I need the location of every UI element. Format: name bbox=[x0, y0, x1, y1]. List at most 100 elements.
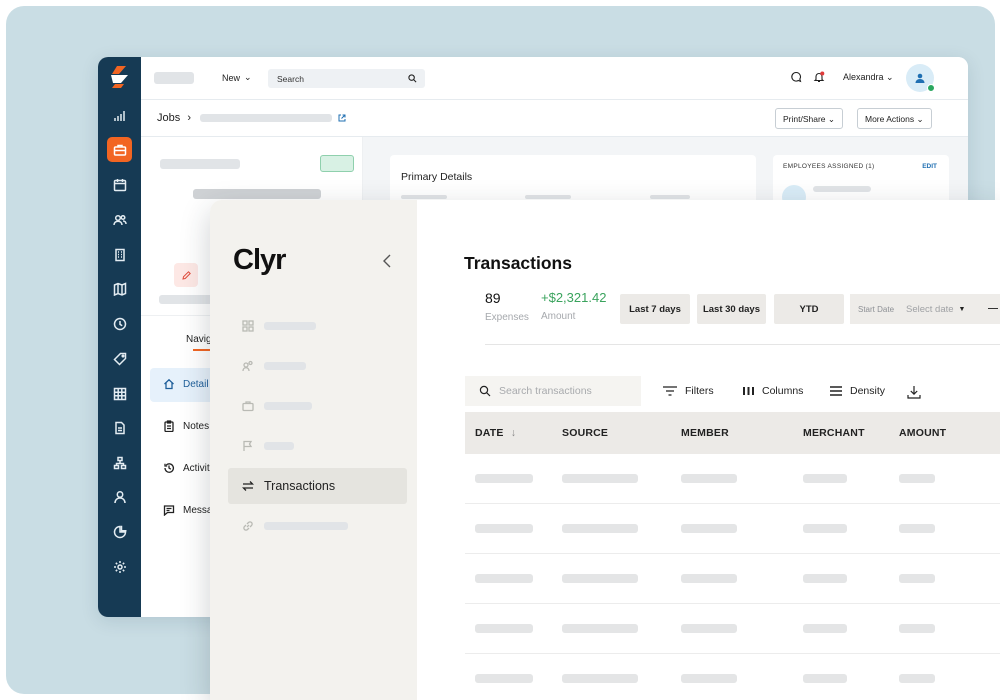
employees-assigned-title: EMPLOYEES ASSIGNED (1) bbox=[783, 163, 875, 170]
cell-placeholder bbox=[562, 674, 638, 683]
edit-button[interactable] bbox=[174, 263, 198, 287]
grid-icon[interactable] bbox=[107, 381, 132, 406]
table-row[interactable] bbox=[465, 454, 1000, 504]
cell-placeholder bbox=[562, 574, 638, 583]
download-icon[interactable] bbox=[907, 385, 921, 399]
range-ytd[interactable]: YTD bbox=[774, 294, 844, 324]
map-icon[interactable] bbox=[107, 276, 132, 301]
breadcrumb: Jobs › bbox=[157, 112, 191, 124]
chat-icon[interactable] bbox=[790, 71, 802, 83]
cell-placeholder bbox=[562, 474, 638, 483]
document-icon[interactable] bbox=[107, 415, 132, 440]
table-row[interactable] bbox=[465, 654, 1000, 700]
table-row[interactable] bbox=[465, 504, 1000, 554]
column-header-date[interactable]: DATE ↓ bbox=[475, 427, 516, 439]
external-link-icon[interactable] bbox=[338, 114, 346, 122]
avatar[interactable] bbox=[906, 64, 935, 92]
field-label-placeholder bbox=[401, 195, 447, 199]
cell-placeholder bbox=[899, 624, 935, 633]
sidebar-item-integrations[interactable] bbox=[228, 508, 407, 544]
print-share-button[interactable]: Print/Share ⌄ bbox=[775, 108, 844, 129]
sidebar-item-jobs[interactable] bbox=[228, 388, 407, 424]
breadcrumb-jobs[interactable]: Jobs bbox=[157, 112, 180, 124]
cell-placeholder bbox=[803, 574, 847, 583]
clyr-transactions-window: Clyr Transactions Transactions 89 Expens… bbox=[210, 200, 1000, 700]
stage: New ⌄ Search Alexandra ⌄ Jobs › Print/Sha… bbox=[0, 0, 1000, 700]
building-icon[interactable] bbox=[107, 242, 132, 267]
calendar-icon[interactable] bbox=[107, 172, 132, 197]
search-icon bbox=[408, 74, 417, 83]
tag-icon[interactable] bbox=[107, 346, 132, 371]
filters-button[interactable]: Filters bbox=[663, 385, 714, 397]
user-menu[interactable]: Alexandra ⌄ bbox=[843, 72, 894, 83]
nav-item-activity[interactable]: Activit bbox=[163, 462, 210, 474]
sidebar-label-placeholder bbox=[264, 362, 306, 370]
breadcrumb-separator: › bbox=[187, 112, 191, 124]
sidebar-item-dashboard[interactable] bbox=[228, 308, 407, 344]
start-date-label: Start Date bbox=[858, 304, 895, 314]
search-input[interactable]: Search bbox=[268, 69, 425, 88]
start-date-field[interactable]: Start Date Select date ▼ bbox=[850, 294, 1000, 324]
tab-navigation[interactable]: Navig bbox=[186, 334, 212, 345]
table-row[interactable] bbox=[465, 604, 1000, 654]
sidebar-item-label: Transactions bbox=[264, 479, 336, 493]
amount-stat: +$2,321.42 Amount bbox=[541, 290, 606, 322]
nav-item-notes[interactable]: Notes bbox=[163, 420, 209, 432]
tab-navigation-label: Navig bbox=[186, 334, 212, 345]
chat-icon bbox=[163, 505, 175, 516]
divider bbox=[485, 344, 1000, 345]
column-header-source[interactable]: SOURCE bbox=[562, 427, 608, 439]
new-button[interactable]: New ⌄ bbox=[222, 72, 252, 83]
clock-icon[interactable] bbox=[107, 311, 132, 336]
sidebar-label-placeholder bbox=[264, 522, 348, 530]
status-badge bbox=[320, 155, 354, 172]
notification-icon[interactable] bbox=[813, 71, 825, 83]
briefcase-icon[interactable] bbox=[107, 137, 132, 162]
density-button[interactable]: Density bbox=[830, 385, 885, 397]
sidebar-item-members[interactable] bbox=[228, 348, 407, 384]
job-title-placeholder bbox=[160, 159, 240, 169]
nav-item-label: Notes bbox=[183, 420, 210, 432]
gear-icon[interactable] bbox=[107, 554, 132, 579]
more-actions-button[interactable]: More Actions ⌄ bbox=[857, 108, 932, 129]
sidebar-label-placeholder bbox=[264, 322, 316, 330]
search-transactions-input[interactable]: Search transactions bbox=[465, 376, 641, 406]
field-label-placeholder bbox=[650, 195, 690, 199]
sidebar-item-transactions[interactable]: Transactions bbox=[228, 468, 407, 504]
pencil-icon bbox=[181, 270, 191, 280]
more-actions-label: More Actions bbox=[865, 114, 915, 124]
cell-placeholder bbox=[475, 624, 533, 633]
nav-item-messages[interactable]: Messa bbox=[163, 504, 212, 516]
range-last-7-days[interactable]: Last 7 days bbox=[620, 294, 690, 324]
brand-logo: Clyr bbox=[233, 244, 286, 276]
org-icon[interactable] bbox=[107, 450, 132, 475]
range-last-30-days[interactable]: Last 30 days bbox=[697, 294, 766, 324]
cell-placeholder bbox=[899, 474, 935, 483]
cell-placeholder bbox=[562, 624, 638, 633]
columns-icon bbox=[743, 387, 754, 395]
column-header-amount[interactable]: AMOUNT bbox=[899, 427, 946, 439]
employees-edit-link[interactable]: EDIT bbox=[922, 163, 937, 170]
column-header-label: DATE bbox=[475, 427, 504, 439]
chevron-down-icon: ⌄ bbox=[244, 72, 252, 82]
briefcase-icon bbox=[242, 401, 254, 412]
columns-button[interactable]: Columns bbox=[743, 385, 803, 397]
person-icon[interactable] bbox=[107, 484, 132, 509]
home-icon bbox=[164, 378, 174, 390]
chevron-left-icon[interactable] bbox=[382, 254, 392, 268]
pie-icon[interactable] bbox=[107, 519, 132, 544]
brand-logo-icon bbox=[111, 66, 128, 88]
nav-item-details[interactable]: Detail bbox=[163, 378, 209, 390]
breadcrumb-bar: Jobs › Print/Share ⌄ More Actions ⌄ bbox=[141, 100, 968, 137]
chart-icon[interactable] bbox=[107, 103, 132, 128]
sidebar-item-flags[interactable] bbox=[228, 428, 407, 464]
job-name-placeholder bbox=[200, 114, 332, 122]
search-placeholder: Search transactions bbox=[499, 385, 592, 397]
users-icon[interactable] bbox=[107, 207, 132, 232]
columns-label: Columns bbox=[762, 385, 804, 397]
cell-placeholder bbox=[475, 574, 533, 583]
amount-value: +$2,321.42 bbox=[541, 290, 607, 305]
column-header-member[interactable]: MEMBER bbox=[681, 427, 729, 439]
table-row[interactable] bbox=[465, 554, 1000, 604]
column-header-merchant[interactable]: MERCHANT bbox=[803, 427, 865, 439]
